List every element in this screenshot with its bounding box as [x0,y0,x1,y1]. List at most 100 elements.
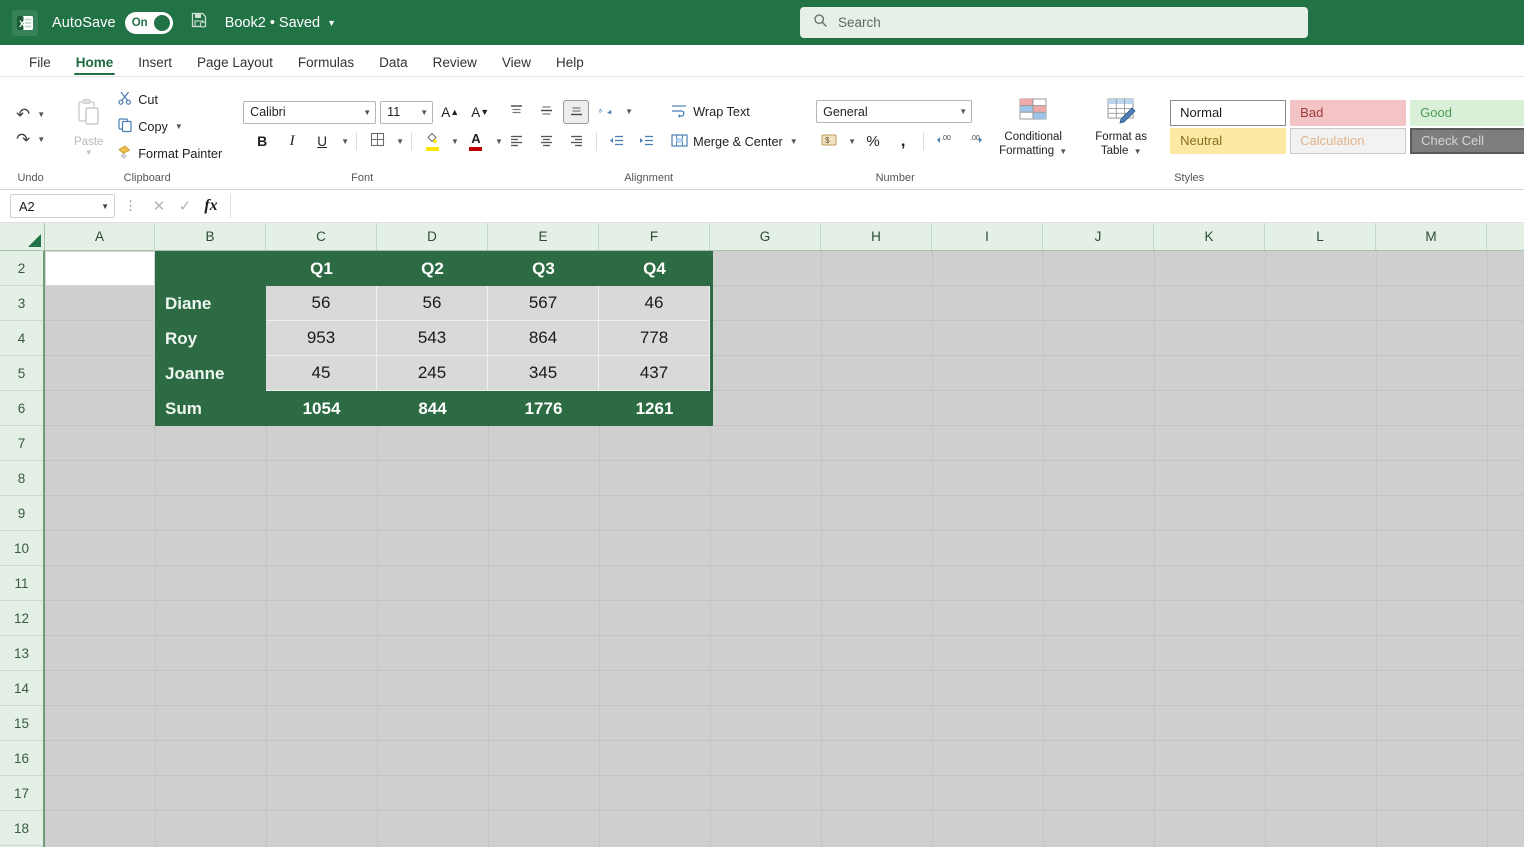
table-cell-joanne-q3[interactable]: 345 [488,356,599,391]
table-cell-diane-q4[interactable]: 46 [599,286,710,321]
font-name-combo[interactable]: Calibri ▼ [243,100,377,124]
column-header-g[interactable]: G [710,223,821,250]
tab-insert[interactable]: Insert [127,51,183,76]
cut-button[interactable]: Cut [112,87,227,112]
select-all-icon[interactable] [0,223,45,250]
tab-file[interactable]: File [18,51,62,76]
name-box[interactable]: A2 ▼ [10,194,115,218]
row-header-14[interactable]: 14 [0,671,43,706]
row-header-12[interactable]: 12 [0,601,43,636]
more-options-icon[interactable]: ⋮ [115,198,146,214]
decrease-font-size-button[interactable]: A ▼ [467,100,493,124]
column-header-m[interactable]: M [1376,223,1487,250]
row-header-8[interactable]: 8 [0,461,43,496]
table-header-q4[interactable]: Q4 [599,251,710,286]
column-header-b[interactable]: B [155,223,266,250]
row-header-9[interactable]: 9 [0,496,43,531]
increase-font-size-button[interactable]: A ▲ [437,100,463,124]
table-row-label-diane[interactable]: Diane [155,286,266,321]
number-format-combo[interactable]: General ▼ [816,100,973,123]
table-cell-roy-q1[interactable]: 953 [266,321,377,356]
chevron-down-icon[interactable]: ▼ [848,137,856,146]
table-cell-sum-q4[interactable]: 1261 [599,391,710,426]
font-size-combo[interactable]: 11 ▼ [380,100,434,124]
table-cell-diane-q1[interactable]: 56 [266,286,377,321]
row-header-15[interactable]: 15 [0,706,43,741]
table-header-q2[interactable]: Q2 [377,251,488,286]
table-header-q1[interactable]: Q1 [266,251,377,286]
chevron-down-icon[interactable]: ▼ [790,137,798,146]
align-right-button[interactable] [563,130,589,154]
style-normal[interactable]: Normal [1170,99,1287,126]
borders-button[interactable] [364,129,390,153]
align-center-button[interactable] [533,130,559,154]
row-header-17[interactable]: 17 [0,776,43,811]
increase-decimal-button[interactable]: .00 [931,129,957,153]
row-header-3[interactable]: 3 [0,286,43,321]
style-check-cell[interactable]: Check Cell [1410,127,1524,154]
align-middle-button[interactable] [533,100,559,124]
row-header-5[interactable]: 5 [0,356,43,391]
formatted-table[interactable]: Q1 Q2 Q3 Q4 Diane 56 56 567 46 Roy 953 5… [155,251,713,426]
cancel-icon[interactable]: ✕ [146,197,172,215]
fill-color-button[interactable] [419,129,445,153]
tab-home[interactable]: Home [65,51,125,76]
format-painter-button[interactable]: Format Painter [112,141,227,166]
formula-input[interactable] [230,194,1524,218]
tab-help[interactable]: Help [545,51,595,76]
tab-view[interactable]: View [491,51,542,76]
table-cell-roy-q4[interactable]: 778 [599,321,710,356]
table-cell-joanne-q2[interactable]: 245 [377,356,488,391]
table-row-label-joanne[interactable]: Joanne [155,356,266,391]
column-header-f[interactable]: F [599,223,710,250]
align-bottom-button[interactable] [563,99,590,124]
format-as-table-button[interactable]: Format as Table ▼ [1082,95,1160,159]
cell-area[interactable]: Q1 Q2 Q3 Q4 Diane 56 56 567 46 Roy 953 5… [45,251,1524,847]
checkmark-icon[interactable]: ✓ [172,197,198,215]
tab-data[interactable]: Data [368,51,419,76]
column-header-d[interactable]: D [377,223,488,250]
row-header-11[interactable]: 11 [0,566,43,601]
row-header-10[interactable]: 10 [0,531,43,566]
active-cell-a2[interactable] [45,251,155,286]
copy-button[interactable]: Copy ▼ [112,114,227,139]
table-cell-roy-q3[interactable]: 864 [488,321,599,356]
accounting-format-button[interactable]: $ [816,129,842,153]
table-cell-diane-q3[interactable]: 567 [488,286,599,321]
tab-review[interactable]: Review [422,51,488,76]
conditional-formatting-button[interactable]: Conditional Formatting ▼ [994,95,1072,159]
style-good[interactable]: Good [1410,99,1524,126]
chevron-down-icon[interactable]: ▼ [341,137,349,146]
italic-button[interactable]: I [279,129,305,153]
autosave-toggle[interactable]: On [124,11,173,34]
table-cell-joanne-q4[interactable]: 437 [599,356,710,391]
row-header-7[interactable]: 7 [0,426,43,461]
save-icon[interactable] [189,10,209,35]
chevron-down-icon[interactable]: ▼ [396,137,404,146]
fx-icon[interactable]: fx [198,197,224,215]
row-header-6[interactable]: 6 [0,391,43,426]
comma-style-button[interactable]: , [890,129,916,153]
bold-button[interactable]: B [249,129,275,153]
style-neutral[interactable]: Neutral [1170,127,1287,154]
table-cell-sum-q1[interactable]: 1054 [266,391,377,426]
wrap-text-button[interactable]: Wrap Text [666,100,802,124]
row-header-2[interactable]: 2 [0,251,43,286]
table-cell-sum-q3[interactable]: 1776 [488,391,599,426]
undo-button[interactable]: ↶ ▼ [12,104,49,125]
decrease-indent-button[interactable] [604,130,630,154]
paste-button[interactable]: Paste ▼ [67,96,110,157]
search-input[interactable]: Search [800,7,1308,38]
document-title[interactable]: Book2 • Saved ▼ [225,15,336,31]
column-header-e[interactable]: E [488,223,599,250]
column-header-i[interactable]: I [932,223,1043,250]
row-header-4[interactable]: 4 [0,321,43,356]
column-header-h[interactable]: H [821,223,932,250]
increase-indent-button[interactable] [634,130,660,154]
row-header-18[interactable]: 18 [0,811,43,846]
orientation-button[interactable]: a [593,100,619,124]
table-row-label-sum[interactable]: Sum [155,391,266,426]
underline-button[interactable]: U [309,129,335,153]
table-header-q3[interactable]: Q3 [488,251,599,286]
column-header-k[interactable]: K [1154,223,1265,250]
